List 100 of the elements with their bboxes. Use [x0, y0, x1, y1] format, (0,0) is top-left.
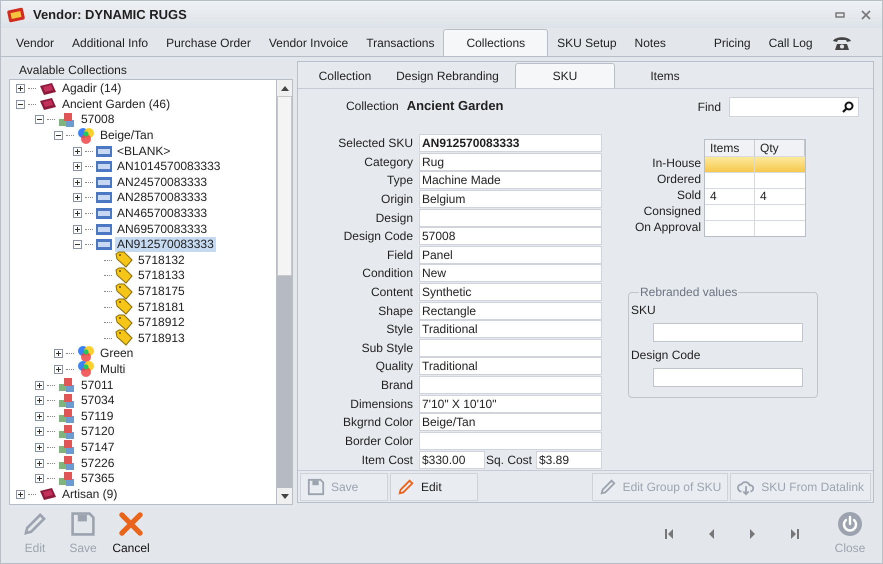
- tab[interactable]: Notes: [626, 29, 675, 56]
- scroll-up-icon[interactable]: [280, 86, 288, 90]
- expander-icon[interactable]: [16, 100, 25, 109]
- close-icon[interactable]: [860, 8, 872, 20]
- text-field[interactable]: AN912570083333: [419, 134, 602, 152]
- tree-item[interactable]: AN46570083333: [115, 206, 210, 222]
- tab[interactable]: Items: [615, 63, 715, 88]
- text-field[interactable]: Beige/Tan: [419, 413, 602, 432]
- tree-item[interactable]: 5718912: [136, 315, 187, 330]
- tab[interactable]: Additional Info: [63, 29, 158, 56]
- expander-icon[interactable]: [35, 458, 44, 468]
- expander-icon[interactable]: [35, 474, 44, 484]
- tree-item[interactable]: Beige/Tan: [98, 128, 156, 144]
- scrollbar[interactable]: [276, 80, 292, 504]
- group-title: Rebranded values: [639, 284, 738, 301]
- cancel-button[interactable]: Cancel: [107, 509, 155, 559]
- text-field[interactable]: [419, 338, 602, 357]
- expander-icon[interactable]: [73, 240, 82, 250]
- text-field[interactable]: [419, 432, 602, 450]
- scroll-down-icon[interactable]: [280, 494, 288, 498]
- text-field[interactable]: Belgium: [419, 190, 602, 208]
- text-field[interactable]: [653, 368, 803, 387]
- expander-icon[interactable]: [35, 442, 44, 452]
- tab[interactable]: SKU Setup: [548, 29, 626, 56]
- expander-icon[interactable]: [73, 209, 82, 218]
- text-field[interactable]: 57008: [419, 227, 602, 246]
- expander-icon[interactable]: [54, 364, 63, 374]
- label-card-icon: [96, 192, 112, 204]
- tree-item[interactable]: 57008: [79, 112, 116, 128]
- text-field[interactable]: New: [419, 264, 602, 282]
- search-field[interactable]: [729, 97, 859, 117]
- expander-icon[interactable]: [16, 84, 25, 94]
- expander-icon[interactable]: [35, 427, 44, 436]
- tab[interactable]: Transactions: [357, 29, 444, 56]
- tree-item[interactable]: 57011: [79, 378, 116, 393]
- expander-icon[interactable]: [35, 396, 44, 406]
- expander-icon[interactable]: [54, 349, 63, 358]
- tab[interactable]: Purchase Order: [157, 29, 260, 56]
- tab[interactable]: Collections: [443, 29, 548, 56]
- text-field[interactable]: [419, 208, 602, 227]
- text-field[interactable]: Rug: [419, 152, 602, 171]
- text-field[interactable]: Traditional: [419, 357, 602, 376]
- tree-item[interactable]: 5718133: [136, 268, 187, 284]
- expander-icon[interactable]: [16, 490, 25, 499]
- tree-item[interactable]: Green: [98, 346, 136, 362]
- expander-icon[interactable]: [73, 178, 82, 187]
- text-field[interactable]: Traditional: [419, 320, 602, 338]
- tree-item[interactable]: 5718181: [136, 300, 187, 315]
- tree-item[interactable]: Ancient Garden (46): [60, 96, 172, 112]
- tab[interactable]: Call Log: [760, 29, 822, 56]
- text-field[interactable]: Panel: [419, 246, 602, 264]
- edit-button[interactable]: Edit: [390, 472, 478, 500]
- tree-item[interactable]: AN912570083333: [115, 237, 216, 252]
- tab[interactable]: Vendor: [7, 29, 64, 56]
- tree-item[interactable]: AN24570083333: [115, 174, 210, 190]
- tree-item[interactable]: AN69570083333: [115, 222, 210, 237]
- tab[interactable]: Pricing: [704, 29, 760, 56]
- search-icon[interactable]: [842, 101, 854, 113]
- tree-item[interactable]: 5718132: [136, 252, 187, 268]
- tab[interactable]: Collection: [310, 63, 380, 88]
- tree-item[interactable]: 5718175: [136, 284, 187, 300]
- field-label: Style: [385, 321, 414, 338]
- tree-item[interactable]: 5718913: [136, 330, 187, 346]
- text-field[interactable]: 7'10" X 10'10": [419, 394, 602, 413]
- text-field[interactable]: $330.00: [419, 450, 485, 469]
- expander-icon[interactable]: [73, 162, 82, 172]
- tree-item[interactable]: AN1014570083333: [115, 159, 222, 174]
- tree-item[interactable]: <BLANK>: [115, 144, 172, 159]
- tree-item[interactable]: 57119: [79, 408, 116, 424]
- tree-item[interactable]: 57034: [79, 393, 116, 408]
- expander-icon[interactable]: [73, 146, 82, 156]
- field-label: Field: [386, 246, 414, 264]
- first-page-icon[interactable]: [664, 528, 674, 540]
- text-field[interactable]: Machine Made: [419, 171, 602, 190]
- tab[interactable]: Design Rebranding: [380, 63, 515, 88]
- tree-item[interactable]: Artisan (9): [60, 486, 120, 502]
- text-field[interactable]: $3.89: [536, 450, 602, 469]
- expander-icon[interactable]: [73, 224, 82, 234]
- tree-item[interactable]: Multi: [98, 362, 128, 377]
- text-field[interactable]: [653, 323, 803, 342]
- text-field[interactable]: Synthetic: [419, 283, 602, 302]
- text-field[interactable]: Rectangle: [419, 302, 602, 320]
- tab[interactable]: Vendor Invoice: [260, 29, 358, 56]
- tree-item[interactable]: 57365: [79, 471, 116, 486]
- tree-item[interactable]: 57120: [79, 424, 116, 440]
- next-icon[interactable]: [748, 528, 758, 540]
- text-field[interactable]: [419, 376, 602, 394]
- tree-item[interactable]: 57147: [79, 440, 116, 455]
- expander-icon[interactable]: [35, 380, 44, 390]
- expander-icon[interactable]: [35, 412, 44, 421]
- tree-item[interactable]: Agadir (14): [60, 81, 124, 96]
- last-page-icon[interactable]: [790, 528, 800, 540]
- tree-item[interactable]: 57226: [79, 456, 116, 471]
- table-row[interactable]: 4 4: [705, 188, 805, 204]
- expander-icon[interactable]: [54, 131, 63, 140]
- telephone-icon[interactable]: [832, 35, 852, 51]
- expander-icon[interactable]: [73, 193, 82, 202]
- tree-item[interactable]: AN28570083333: [115, 190, 210, 206]
- expander-icon[interactable]: [35, 115, 44, 124]
- tab[interactable]: SKU: [515, 63, 615, 88]
